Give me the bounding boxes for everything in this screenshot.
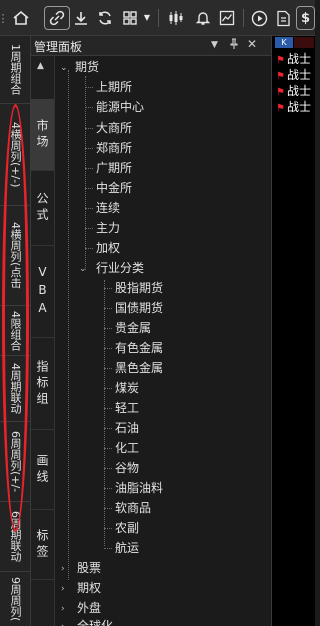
collapse-icon[interactable]: ⌄ xyxy=(79,261,87,277)
category-tab-tags[interactable]: 标签 xyxy=(31,510,54,580)
tree-node[interactable]: 轻工 xyxy=(115,400,139,416)
right-panel: K ⚑ 战士 ⚑ 战士 ⚑ 战士 ⚑ 战士 xyxy=(271,36,315,626)
tree-node[interactable]: 谷物 xyxy=(115,460,139,476)
tree-node-industry[interactable]: 行业分类 xyxy=(96,260,144,276)
refresh-icon[interactable] xyxy=(94,6,116,30)
tree-node[interactable]: 能源中心 xyxy=(96,99,144,115)
category-tab-drawing[interactable]: 画线 xyxy=(31,430,54,510)
expand-icon[interactable]: › xyxy=(61,619,65,626)
dropdown-arrow-icon[interactable]: ▼ xyxy=(142,6,152,30)
side-tab[interactable]: 6周期联动 xyxy=(0,502,30,572)
tree-node[interactable]: 国债期货 xyxy=(115,300,163,316)
tree-node[interactable]: 农副 xyxy=(115,520,139,536)
download-icon[interactable] xyxy=(72,6,90,30)
close-icon[interactable]: ✕ xyxy=(247,37,257,51)
flag-icon: ⚑ xyxy=(276,55,285,66)
line-chart-icon[interactable] xyxy=(216,6,238,30)
tree-node[interactable]: 大商所 xyxy=(96,120,132,136)
tree-node[interactable]: 黑色金属 xyxy=(115,360,163,376)
side-tab[interactable]: 1周期组合 xyxy=(0,36,30,104)
tree-connector xyxy=(68,70,69,580)
tree-node-global[interactable]: 全球化 xyxy=(77,618,113,626)
tree-node[interactable]: 股指期货 xyxy=(115,280,163,296)
home-icon[interactable] xyxy=(8,6,34,30)
flag-icon: ⚑ xyxy=(276,71,285,82)
side-tab[interactable]: 4横周列(+/-) xyxy=(0,104,30,206)
link-icon[interactable] xyxy=(44,6,70,30)
collapse-icon[interactable]: ⌄ xyxy=(60,60,68,76)
tree-node[interactable]: 郑商所 xyxy=(96,140,132,156)
list-item[interactable]: ⚑ 战士 xyxy=(276,100,311,116)
k-badge[interactable]: K xyxy=(275,37,293,48)
tree-node-stocks[interactable]: 股票 xyxy=(77,560,101,576)
tree-node[interactable]: 主力 xyxy=(96,220,120,236)
tree-node[interactable]: 上期所 xyxy=(96,79,132,95)
flag-icon: ⚑ xyxy=(276,103,285,114)
category-tab-market[interactable]: 市场 xyxy=(31,99,54,171)
grip-icon: ⋮ xyxy=(0,11,9,25)
category-tab-vba[interactable]: VBA xyxy=(31,246,54,338)
list-item[interactable]: ⚑ 战士 xyxy=(276,84,311,100)
tree-node[interactable]: 航运 xyxy=(115,540,139,556)
category-tab-formula[interactable]: 公式 xyxy=(31,171,54,246)
tree-node[interactable]: 贵金属 xyxy=(115,320,151,336)
toolbar-divider xyxy=(158,9,159,27)
dropdown-icon[interactable]: ▼ xyxy=(211,40,218,50)
expand-icon[interactable]: › xyxy=(61,561,65,577)
tree-node[interactable]: 软商品 xyxy=(115,500,151,516)
tree-node-foreign[interactable]: 外盘 xyxy=(77,600,101,616)
tree-connector xyxy=(85,76,86,270)
tree-view: ⌄ 期货 上期所 能源中心 大商所 郑商所 广期所 中金所 连续 主力 加权 ⌄… xyxy=(55,56,271,626)
tree-node[interactable]: 中金所 xyxy=(96,180,132,196)
side-tab[interactable]: 4横周列(点击 xyxy=(0,206,30,306)
list-item[interactable]: ⚑ 战士 xyxy=(276,68,311,84)
category-tab-indicator-group[interactable]: 指标组 xyxy=(31,338,54,430)
expand-icon[interactable]: › xyxy=(61,581,65,597)
scroll-up-icon[interactable]: ▲ xyxy=(37,61,44,71)
bell-icon[interactable] xyxy=(192,6,214,30)
tree-node[interactable]: 加权 xyxy=(96,240,120,256)
side-tab[interactable]: 4限组合 xyxy=(0,306,30,356)
pin-icon[interactable] xyxy=(229,38,239,53)
side-tab[interactable]: 9周周列( xyxy=(0,572,30,626)
document-icon[interactable] xyxy=(273,6,293,30)
candlestick-icon[interactable] xyxy=(164,6,188,30)
badge-bar xyxy=(294,37,314,48)
tree-node-futures[interactable]: 期货 xyxy=(75,59,99,75)
tree-node[interactable]: 石油 xyxy=(115,420,139,436)
toolbar: ⋮ ▼ $ xyxy=(0,0,315,36)
tree-node[interactable]: 连续 xyxy=(96,200,120,216)
layout-tab-strip: 1周期组合 4横周列(+/-) 4横周列(点击 4限组合 4周期联动 6周周列(… xyxy=(0,36,31,626)
dollar-icon[interactable]: $ xyxy=(296,6,315,30)
category-column: ▲ 市场 公式 VBA 指标组 画线 标签 xyxy=(31,56,55,626)
expand-icon[interactable]: › xyxy=(61,601,65,617)
play-icon[interactable] xyxy=(248,6,270,30)
tree-connector xyxy=(104,280,105,546)
panel-header: 管理面板 ▼ ✕ xyxy=(31,36,271,56)
toolbar-divider xyxy=(243,9,244,27)
list-item[interactable]: ⚑ 战士 xyxy=(276,52,311,68)
side-tab[interactable]: 4周期联动 xyxy=(0,356,30,422)
tree-node[interactable]: 油脂油料 xyxy=(115,480,163,496)
side-tab[interactable]: 6周周列(+/- xyxy=(0,422,30,502)
tree-node[interactable]: 煤炭 xyxy=(115,380,139,396)
flag-icon: ⚑ xyxy=(276,87,285,98)
grid-icon[interactable] xyxy=(120,6,140,30)
tree-node-options[interactable]: 期权 xyxy=(77,580,101,596)
tree-node[interactable]: 广期所 xyxy=(96,160,132,176)
tree-node[interactable]: 化工 xyxy=(115,440,139,456)
panel-title: 管理面板 xyxy=(34,40,83,54)
tree-node[interactable]: 有色金属 xyxy=(115,340,163,356)
